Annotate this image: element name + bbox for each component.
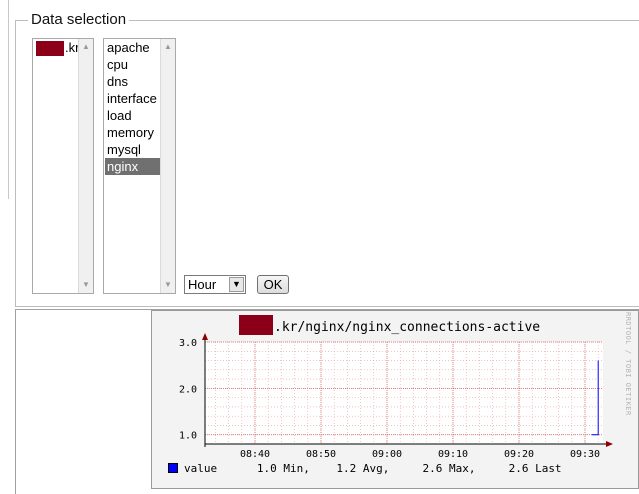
- y-tick-label: 1.0: [179, 431, 197, 442]
- legend-swatch: [168, 463, 178, 473]
- x-tick-label: 08:50: [306, 449, 336, 460]
- legend-series-label: value: [184, 462, 218, 475]
- legend-last: 2.6 Last: [508, 462, 562, 475]
- x-tick-label: 09:00: [372, 449, 402, 460]
- legend-min: 1.0 Min,: [256, 462, 310, 475]
- y-tick-label: 3.0: [179, 338, 197, 349]
- legend-max: 2.6 Max,: [422, 462, 476, 475]
- y-axis-arrow-icon: [202, 333, 208, 340]
- legend-avg: 1.2 Avg,: [336, 462, 390, 475]
- x-axis-arrow-icon: [606, 441, 613, 447]
- x-tick-label: 09:30: [570, 449, 600, 460]
- x-tick-label: 09:20: [504, 449, 534, 460]
- x-tick-label: 08:40: [240, 449, 270, 460]
- line-chart: 1.0 2.0 3.0 08:40 08:50 09:00 09:10 09:20 09:30: [179, 333, 613, 460]
- x-tick-label: 09:10: [438, 449, 468, 460]
- graph-legend: value 1.0 Min, 1.2 Avg, 2.6 Max, 2.6 Las…: [168, 462, 562, 476]
- y-tick-label: 2.0: [179, 384, 197, 395]
